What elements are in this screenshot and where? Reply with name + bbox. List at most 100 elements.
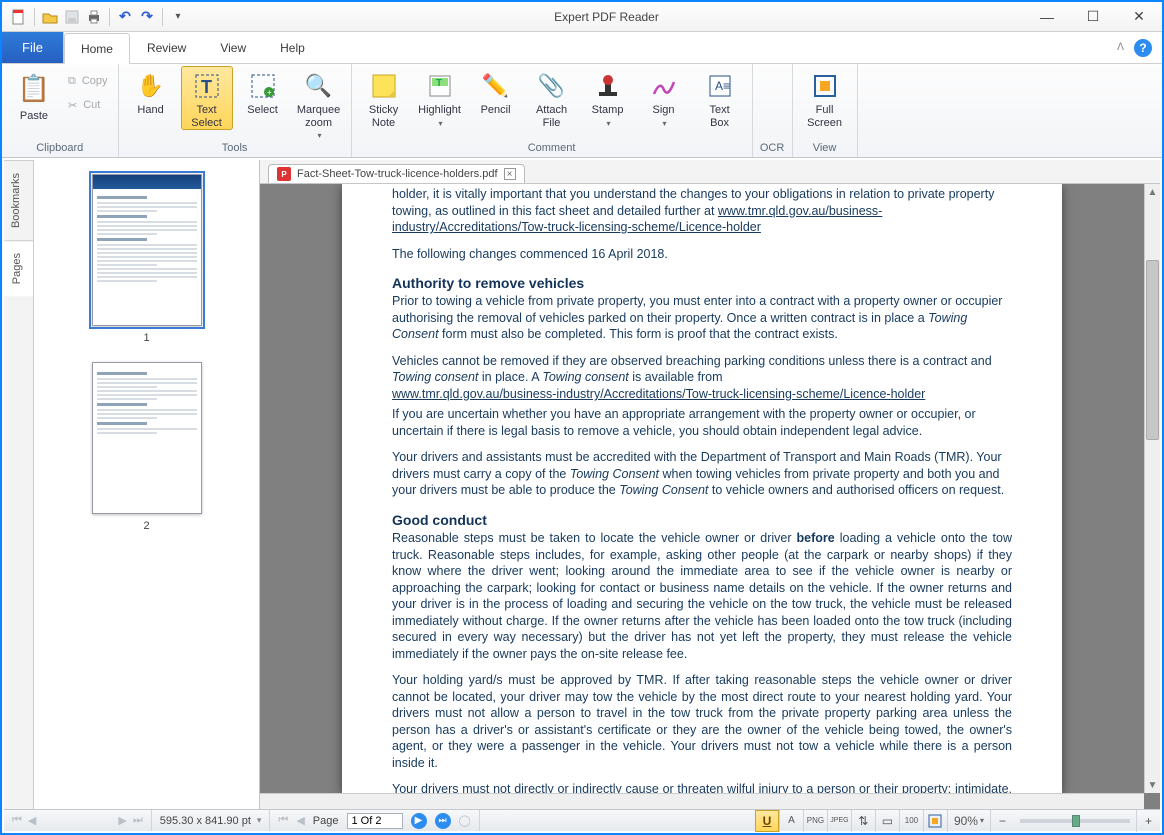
copy-button[interactable]: ⧉Copy [64, 70, 112, 92]
nav-first-icon[interactable]: ⏮ [278, 814, 288, 827]
close-button[interactable]: ✕ [1116, 2, 1162, 32]
page-prev-icon[interactable]: ◀ [28, 814, 36, 827]
sign-button[interactable]: Sign▾ [638, 66, 690, 128]
dims-menu-icon[interactable]: ▾ [257, 815, 262, 826]
single-page-icon[interactable]: ▭ [875, 810, 899, 832]
export-png-icon[interactable]: PNG [803, 810, 827, 832]
group-clipboard: 📋 Paste ⧉Copy ✂Cut Clipboard [2, 64, 119, 157]
select-tool-button[interactable]: +Select [237, 66, 289, 117]
scroll-down-icon[interactable]: ▼ [1145, 777, 1160, 793]
qat-redo-icon[interactable]: ↷ [136, 6, 158, 28]
sticky-note-button[interactable]: Sticky Note [358, 66, 410, 129]
qat-print-icon[interactable] [83, 6, 105, 28]
zoom-value[interactable]: 90%▾ [947, 810, 990, 832]
continuous-icon[interactable]: 100 [899, 810, 923, 832]
full-screen-button[interactable]: Full Screen [799, 66, 851, 129]
text-box-button[interactable]: A≡Text Box [694, 66, 746, 129]
copy-icon: ⧉ [68, 75, 76, 88]
nav-next-icon[interactable]: ▶ [411, 813, 427, 829]
thumb-label-2: 2 [143, 520, 149, 532]
heading-good-conduct: Good conduct [392, 511, 1012, 529]
qat-undo-icon[interactable]: ↶ [114, 6, 136, 28]
ribbon-collapse-icon[interactable]: ᐱ [1117, 42, 1124, 53]
tab-review[interactable]: Review [130, 32, 203, 63]
stamp-icon [592, 70, 624, 102]
stamp-button[interactable]: Stamp▾ [582, 66, 634, 128]
status-left: ⏮ ◀ ▶ ⏭ [4, 810, 152, 831]
text-select-tool-button[interactable]: TText Select [181, 66, 233, 130]
side-panel-tabs: Bookmarks Pages [4, 160, 34, 809]
highlight-button[interactable]: THighlight▾ [414, 66, 466, 128]
svg-text:T: T [201, 77, 212, 97]
vertical-scrollbar[interactable]: ▲ ▼ [1144, 184, 1160, 793]
svg-text:A≡: A≡ [715, 79, 730, 93]
window-controls: — ☐ ✕ [1024, 2, 1162, 32]
view-mode-a-icon[interactable]: A [779, 810, 803, 832]
qat-save-icon[interactable] [61, 6, 83, 28]
ribbon: 📋 Paste ⧉Copy ✂Cut Clipboard ✋Hand TText… [2, 64, 1162, 158]
page-last-icon[interactable]: ⏭ [133, 814, 143, 827]
textbox-icon: A≡ [704, 70, 736, 102]
status-bar: ⏮ ◀ ▶ ⏭ 595.30 x 841.90 pt ▾ ⏮ ◀ Page ▶ … [4, 809, 1160, 831]
doc-auth-p3: If you are uncertain whether you have an… [392, 406, 1012, 439]
thumbnail-page-2[interactable]: 2 [34, 362, 259, 532]
minimize-button[interactable]: — [1024, 2, 1070, 32]
page-next-icon[interactable]: ▶ [118, 814, 126, 827]
group-label-tools: Tools [125, 140, 345, 157]
zoom-out-icon[interactable]: − [990, 810, 1014, 832]
select-icon: + [247, 70, 279, 102]
export-jpeg-icon[interactable]: JPEG [827, 810, 851, 832]
fit-page-icon[interactable] [923, 810, 947, 832]
sticky-note-icon [368, 70, 400, 102]
tab-home[interactable]: Home [64, 33, 130, 64]
tab-view[interactable]: View [203, 32, 263, 63]
page-number-input[interactable] [347, 813, 403, 829]
link-tmr-licence-holder-2[interactable]: www.tmr.qld.gov.au/business-industry/Acc… [392, 387, 925, 401]
nav-last-icon[interactable]: ⏭ [435, 813, 451, 829]
doc-good-p3: Your drivers must not directly or indire… [392, 781, 1012, 793]
document-tab-bar: P Fact-Sheet-Tow-truck-licence-holders.p… [260, 160, 1160, 184]
qat-customize-icon[interactable]: ▾ [167, 6, 189, 28]
page-first-icon[interactable]: ⏮ [12, 814, 22, 827]
scroll-up-icon[interactable]: ▲ [1145, 184, 1160, 200]
chevron-down-icon: ▾ [318, 131, 322, 140]
doc-good-p2: Your holding yard/s must be approved by … [392, 672, 1012, 771]
paste-button[interactable]: 📋 Paste [8, 66, 60, 123]
document-tab[interactable]: P Fact-Sheet-Tow-truck-licence-holders.p… [268, 164, 525, 183]
thumbnail-page-1[interactable]: 1 [34, 174, 259, 344]
viewer-scroll-area[interactable]: holder, it is vitally important that you… [260, 184, 1144, 793]
status-right: U A PNG JPEG ⇅ ▭ 100 90%▾ − + [755, 810, 1160, 832]
nav-prev-icon[interactable]: ◀ [296, 814, 304, 827]
chevron-down-icon: ▾ [439, 119, 443, 128]
pencil-button[interactable]: ✏️Pencil [470, 66, 522, 117]
side-tab-pages[interactable]: Pages [4, 240, 33, 296]
nav-ghost-icon: ◯ [459, 814, 471, 827]
qat-open-icon[interactable] [39, 6, 61, 28]
paste-icon: 📋 [16, 70, 52, 108]
side-tab-bookmarks[interactable]: Bookmarks [4, 160, 33, 240]
thumb-label-1: 1 [143, 332, 149, 344]
thumbnails-panel: 1 2 [34, 160, 260, 809]
pdf-page: holder, it is vitally important that you… [342, 184, 1062, 793]
group-view: Full Screen View [793, 64, 858, 157]
file-menu-button[interactable]: File [2, 32, 64, 63]
attach-file-button[interactable]: 📎Attach File [526, 66, 578, 129]
view-mode-underline-icon[interactable]: U [755, 810, 779, 832]
horizontal-scrollbar[interactable] [260, 793, 1144, 809]
zoom-slider[interactable] [1020, 819, 1130, 823]
marquee-zoom-button[interactable]: 🔍Marquee zoom▾ [293, 66, 345, 140]
zoom-in-icon[interactable]: + [1136, 810, 1160, 832]
scroll-thumb[interactable] [1146, 260, 1159, 440]
help-icon[interactable]: ? [1134, 39, 1152, 57]
qat-new-icon[interactable] [8, 6, 30, 28]
tab-help[interactable]: Help [263, 32, 322, 63]
chevron-down-icon: ▾ [663, 119, 667, 128]
document-tab-label: Fact-Sheet-Tow-truck-licence-holders.pdf [297, 168, 498, 180]
toggle-arrows-icon[interactable]: ⇅ [851, 810, 875, 832]
svg-text:+: + [267, 88, 272, 97]
cut-button[interactable]: ✂Cut [64, 94, 112, 116]
hand-tool-button[interactable]: ✋Hand [125, 66, 177, 117]
group-label-comment: Comment [358, 140, 746, 157]
maximize-button[interactable]: ☐ [1070, 2, 1116, 32]
close-document-icon[interactable]: × [504, 168, 516, 180]
